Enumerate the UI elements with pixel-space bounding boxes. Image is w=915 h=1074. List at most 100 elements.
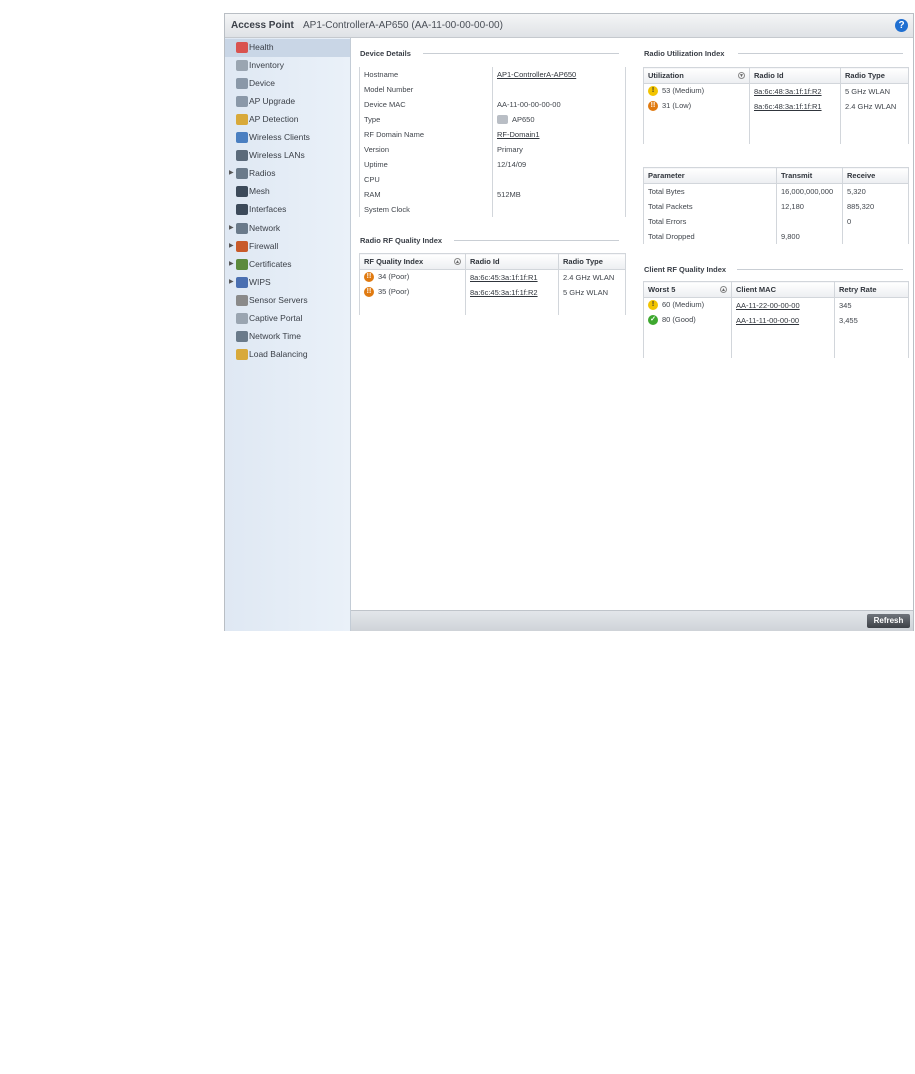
detail-label: Model Number — [359, 82, 493, 97]
column-header-receive[interactable]: Receive — [842, 167, 909, 184]
status-cell: !! 35 (Poor) — [359, 284, 466, 300]
expand-arrow-icon[interactable]: ▶ — [229, 260, 234, 267]
id-cell[interactable]: 8a:6c:48:3a:1f:1f:R2 — [749, 83, 841, 99]
column-header-radio-id[interactable]: Radio Id — [749, 67, 841, 84]
sidebar-item-wips[interactable]: ▶ WIPS — [225, 274, 350, 292]
title-bar: Access Point AP1-ControllerA-AP650 (AA-1… — [225, 14, 913, 38]
status-text: 34 (Poor) — [378, 272, 410, 282]
column-header-transmit[interactable]: Transmit — [776, 167, 843, 184]
id-link[interactable]: AA-11-22-00-00-00 — [736, 301, 800, 310]
detail-value[interactable]: RF-Domain1 — [492, 127, 626, 142]
expand-arrow-icon[interactable]: ▶ — [229, 278, 234, 285]
sidebar-item-label: Sensor Servers — [249, 294, 308, 305]
table-row[interactable]: !! 31 (Low) 8a:6c:48:3a:1f:1f:R1 2.4 GHz WL… — [643, 98, 909, 114]
value-cell: 5 GHz WLAN — [840, 83, 909, 99]
section-divider — [737, 269, 903, 270]
empty-cell — [840, 113, 909, 129]
sidebar-item-captive-portal[interactable]: Captive Portal — [225, 310, 350, 328]
column-header-radio-type[interactable]: Radio Type — [840, 67, 909, 84]
section-divider — [454, 240, 619, 241]
table-row[interactable]: ! 53 (Medium) 8a:6c:48:3a:1f:1f:R2 5 GHz WL… — [643, 83, 909, 99]
column-header-client-mac[interactable]: Client MAC — [731, 281, 835, 298]
sidebar-item-load-balancing[interactable]: Load Balancing — [225, 346, 350, 364]
id-cell[interactable]: 8a:6c:45:3a:1f:1f:R2 — [465, 284, 559, 300]
sidebar-item-device[interactable]: Device — [225, 75, 350, 93]
column-header-worst-5[interactable]: Worst 5 ▲ — [643, 281, 732, 298]
id-cell[interactable]: AA-11-11-00-00-00 — [731, 312, 835, 328]
id-cell[interactable]: 8a:6c:48:3a:1f:1f:R1 — [749, 98, 841, 114]
sidebar-item-certificates[interactable]: ▶ Certificates — [225, 256, 350, 274]
sort-icon[interactable]: ▲ — [720, 286, 727, 293]
empty-cell — [840, 128, 909, 144]
sidebar-item-network[interactable]: ▶ Network — [225, 220, 350, 238]
table-row[interactable]: ✓ 80 (Good) AA-11-11-00-00-00 3,455 — [643, 312, 909, 328]
id-cell[interactable]: AA-11-22-00-00-00 — [731, 297, 835, 313]
column-header-parameter[interactable]: Parameter — [643, 167, 777, 184]
table-row[interactable]: !! 34 (Poor) 8a:6c:45:3a:1f:1f:R1 2.4 GHz W… — [359, 269, 626, 285]
receive-cell — [842, 228, 909, 244]
client-rf-quality-table: Worst 5 ▲ Client MAC Retry Rate ! 60 (Medi… — [643, 281, 909, 358]
detail-value-text: AP650 — [512, 114, 535, 124]
detail-value-text[interactable]: AP1-ControllerA-AP650 — [497, 70, 576, 79]
detail-value-text[interactable]: RF-Domain1 — [497, 130, 540, 139]
empty-cell — [359, 299, 466, 315]
expand-arrow-icon[interactable]: ▶ — [229, 224, 234, 231]
id-cell[interactable]: 8a:6c:45:3a:1f:1f:R1 — [465, 269, 559, 285]
detail-value-text: 512MB — [497, 190, 521, 199]
id-link[interactable]: 8a:6c:48:3a:1f:1f:R1 — [754, 102, 822, 111]
radio-rf-quality-title: Radio RF Quality Index — [360, 236, 443, 245]
sidebar-item-ap-detection[interactable]: AP Detection — [225, 111, 350, 129]
sensor-servers-icon — [236, 294, 248, 306]
sidebar-item-ap-upgrade[interactable]: AP Upgrade — [225, 93, 350, 111]
table-row: RF Domain Name RF-Domain1 — [359, 127, 626, 142]
wireless-lans-icon — [236, 150, 248, 162]
sidebar-item-firewall[interactable]: ▶ Firewall — [225, 238, 350, 256]
refresh-button[interactable]: Refresh — [867, 614, 910, 628]
sidebar-item-radios[interactable]: ▶ Radios — [225, 165, 350, 183]
main-content: Device Details Hostname AP1-ControllerA-A… — [351, 38, 913, 610]
sidebar-item-mesh[interactable]: Mesh — [225, 183, 350, 201]
transmit-cell: 16,000,000,000 — [776, 183, 843, 199]
detail-value: 12/14/09 — [492, 157, 626, 172]
sidebar-item-interfaces[interactable]: Interfaces — [225, 201, 350, 219]
value-cell: 2.4 GHz WLAN — [840, 98, 909, 114]
sidebar-item-label: WIPS — [249, 276, 271, 287]
ap-upgrade-icon — [236, 96, 248, 108]
sidebar-item-label: Health — [249, 42, 274, 52]
id-link[interactable]: 8a:6c:45:3a:1f:1f:R2 — [470, 288, 538, 297]
column-header-radio-type[interactable]: Radio Type — [558, 253, 626, 270]
radio-utilization-table: Utilization ▼ Radio Id Radio Type ! 53 (Me… — [643, 67, 909, 144]
table-row[interactable]: !! 35 (Poor) 8a:6c:45:3a:1f:1f:R2 5 GHz WLA… — [359, 284, 626, 300]
column-header-rf-quality[interactable]: RF Quality Index ▲ — [359, 253, 466, 270]
empty-cell — [834, 342, 909, 358]
detail-value[interactable]: AP1-ControllerA-AP650 — [492, 67, 626, 82]
id-link[interactable]: 8a:6c:48:3a:1f:1f:R2 — [754, 87, 822, 96]
sidebar-item-health[interactable]: Health — [225, 39, 350, 57]
empty-row — [643, 113, 909, 129]
radio-utilization-title: Radio Utilization Index — [644, 49, 725, 58]
expand-arrow-icon[interactable]: ▶ — [229, 242, 234, 249]
id-link[interactable]: AA-11-11-00-00-00 — [736, 316, 799, 325]
detail-label: Device MAC — [359, 97, 493, 112]
sidebar-item-wireless-lans[interactable]: Wireless LANs — [225, 147, 350, 165]
detail-value-text: Primary — [497, 145, 523, 154]
table-row[interactable]: ! 60 (Medium) AA-11-22-00-00-00 345 — [643, 297, 909, 313]
column-header-radio-id[interactable]: Radio Id — [465, 253, 559, 270]
sort-icon[interactable]: ▲ — [454, 258, 461, 265]
receive-cell: 0 — [842, 213, 909, 229]
sidebar-item-label: Device — [249, 78, 275, 89]
column-header-retry-rate[interactable]: Retry Rate — [834, 281, 909, 298]
network-icon — [236, 222, 248, 234]
inventory-icon — [236, 60, 248, 72]
empty-cell — [643, 327, 732, 343]
expand-arrow-icon[interactable]: ▶ — [229, 169, 234, 176]
sidebar-item-wireless-clients[interactable]: Wireless Clients — [225, 129, 350, 147]
column-header-utilization[interactable]: Utilization ▼ — [643, 67, 750, 84]
sidebar-item-network-time[interactable]: Network Time — [225, 328, 350, 346]
sidebar-item-inventory[interactable]: Inventory — [225, 57, 350, 75]
empty-cell — [731, 327, 835, 343]
id-link[interactable]: 8a:6c:45:3a:1f:1f:R1 — [470, 273, 538, 282]
sort-icon[interactable]: ▼ — [738, 72, 745, 79]
help-icon[interactable]: ? — [895, 19, 908, 32]
sidebar-item-sensor-servers[interactable]: Sensor Servers — [225, 292, 350, 310]
